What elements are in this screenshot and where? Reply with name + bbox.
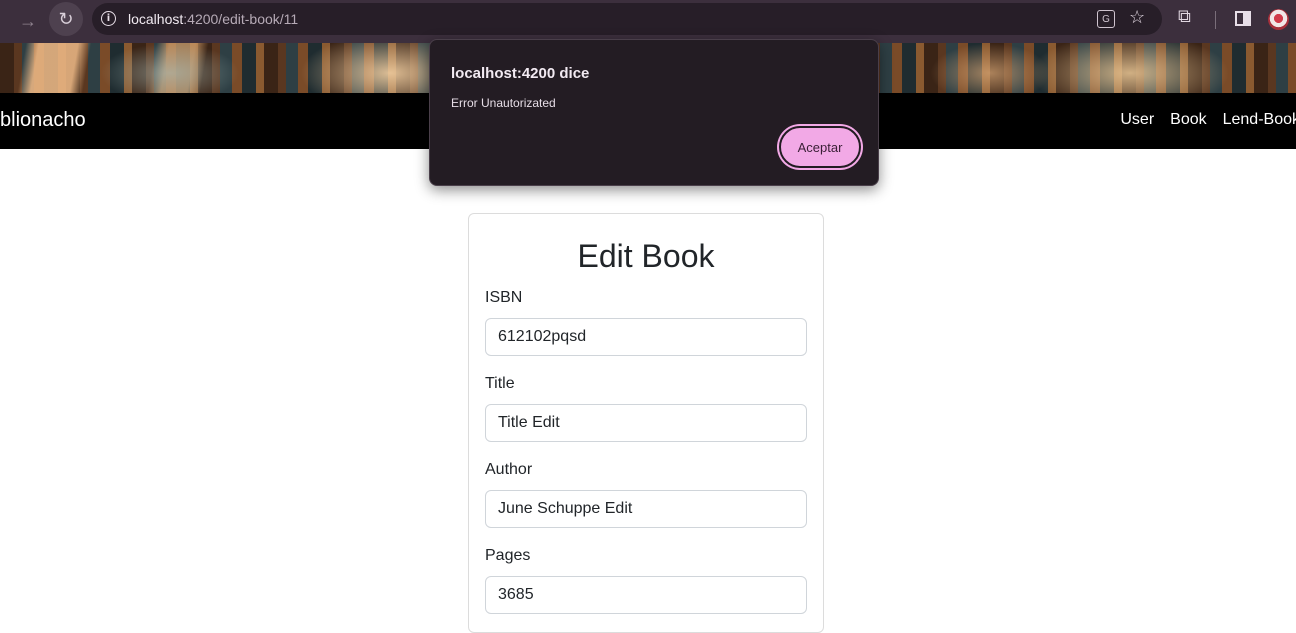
nav-link-book[interactable]: Book bbox=[1170, 111, 1206, 129]
nav-links: User Book Lend-Book bbox=[1120, 111, 1296, 129]
url-text: localhost:4200/edit-book/11 bbox=[128, 11, 299, 27]
alert-dialog: localhost:4200 dice Error Unautorizated … bbox=[429, 39, 879, 186]
nav-link-user[interactable]: User bbox=[1120, 111, 1154, 129]
dialog-message: Error Unautorizated bbox=[451, 96, 556, 110]
bookmark-star-icon[interactable]: ☆ bbox=[1129, 7, 1145, 28]
browser-toolbar: → ↻ i localhost:4200/edit-book/11 G ☆ ⧉ bbox=[0, 0, 1296, 43]
title-label: Title bbox=[485, 375, 515, 392]
isbn-input[interactable]: 612102pqsd bbox=[485, 318, 807, 356]
dialog-title: localhost:4200 dice bbox=[451, 65, 590, 82]
profile-avatar[interactable] bbox=[1268, 9, 1289, 30]
pages-input[interactable]: 3685 bbox=[485, 576, 807, 614]
nav-link-lend-book[interactable]: Lend-Book bbox=[1223, 111, 1296, 129]
site-info-icon[interactable]: i bbox=[101, 11, 116, 26]
author-input[interactable]: June Schuppe Edit bbox=[485, 490, 807, 528]
edit-book-card: Edit Book ISBN 612102pqsd Title Title Ed… bbox=[468, 213, 824, 633]
accept-button[interactable]: Aceptar bbox=[779, 126, 861, 168]
pages-label: Pages bbox=[485, 547, 531, 564]
isbn-label: ISBN bbox=[485, 289, 523, 306]
forward-arrow-icon[interactable]: → bbox=[12, 5, 44, 37]
side-panel-icon[interactable] bbox=[1235, 11, 1251, 26]
extensions-puzzle-icon[interactable]: ⧉ bbox=[1178, 6, 1191, 27]
translate-icon[interactable]: G bbox=[1097, 10, 1115, 28]
page-title: Edit Book bbox=[577, 238, 715, 274]
reload-icon[interactable]: ↻ bbox=[49, 2, 83, 36]
author-label: Author bbox=[485, 461, 533, 478]
address-bar[interactable]: i localhost:4200/edit-book/11 G ☆ bbox=[92, 3, 1162, 35]
title-input[interactable]: Title Edit bbox=[485, 404, 807, 442]
brand-name[interactable]: blionacho bbox=[0, 109, 86, 132]
toolbar-divider bbox=[1215, 11, 1216, 29]
